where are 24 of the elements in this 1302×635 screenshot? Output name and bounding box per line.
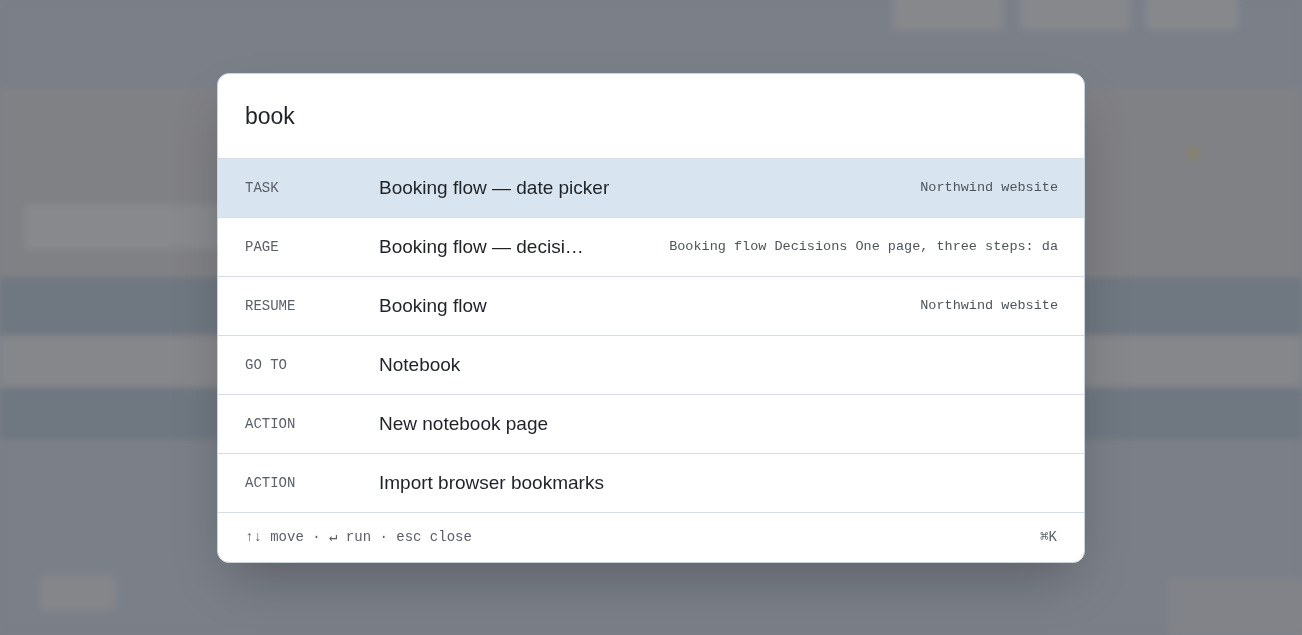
result-row[interactable]: PAGE Booking flow — decisi… Booking flow Decisions One page, three steps: da — [218, 218, 1084, 277]
result-row[interactable]: TASK Booking flow — date picker Northwind website — [218, 159, 1084, 218]
result-meta: Booking flow Decisions One page, three steps: da — [669, 237, 1058, 256]
result-title: New notebook page — [379, 411, 548, 436]
result-row[interactable]: ACTION New notebook page — [218, 395, 1084, 454]
result-kind: ACTION — [245, 414, 297, 434]
search-field[interactable]: book — [245, 98, 1057, 134]
result-kind: GO TO — [245, 355, 288, 375]
result-title: Booking flow — [379, 293, 487, 318]
result-title: Notebook — [379, 352, 461, 377]
result-row[interactable]: ACTION Import browser bookmarks — [218, 454, 1084, 513]
result-kind: TASK — [245, 178, 280, 198]
result-kind: PAGE — [245, 237, 280, 257]
result-kind: ACTION — [245, 473, 297, 493]
result-title: Booking flow — date picker — [379, 175, 610, 200]
result-meta: Northwind website — [920, 296, 1058, 315]
result-meta: Northwind website — [920, 178, 1058, 197]
result-row[interactable]: RESUME Booking flow Northwind website — [218, 277, 1084, 336]
shortcut-label: ⌘K — [1040, 528, 1057, 547]
keyboard-hint: ↑↓ move · ↵ run · esc close — [245, 528, 472, 547]
result-title: Booking flow — decisi… — [379, 234, 584, 259]
result-kind: RESUME — [245, 296, 297, 316]
result-row[interactable]: GO TO Notebook — [218, 336, 1084, 395]
result-title: Import browser bookmarks — [379, 470, 604, 495]
